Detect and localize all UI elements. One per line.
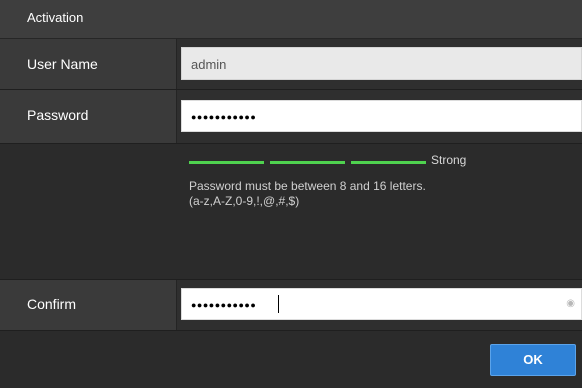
password-hint: Password must be between 8 and 16 letter…: [189, 179, 426, 209]
password-field-cell: ●●●●●●●●●●●: [177, 90, 582, 143]
text-caret: [278, 295, 279, 313]
ok-button[interactable]: OK: [490, 344, 576, 376]
confirm-masked-value: ●●●●●●●●●●●: [191, 300, 257, 310]
user-name-input[interactable]: admin: [181, 47, 582, 80]
confirm-input[interactable]: ●●●●●●●●●●● ◉: [181, 288, 582, 320]
dialog-titlebar: Activation: [0, 0, 582, 39]
confirm-field-cell: ●●●●●●●●●●● ◉: [177, 280, 582, 330]
password-hint-line: Password must be between 8 and 16 letter…: [189, 179, 426, 193]
user-name-row: User Name admin: [0, 39, 582, 89]
user-name-label-cell: User Name: [0, 39, 177, 89]
password-hint-line: (a-z,A-Z,0-9,!,@,#,$): [189, 194, 300, 208]
confirm-row: Confirm ●●●●●●●●●●● ◉: [0, 280, 582, 330]
password-masked-value: ●●●●●●●●●●●: [191, 112, 257, 122]
password-label: Password: [27, 107, 89, 123]
password-input[interactable]: ●●●●●●●●●●●: [181, 100, 582, 132]
password-label-cell: Password: [0, 90, 177, 143]
strength-bar-segment: [351, 161, 426, 164]
strength-label: Strong: [431, 153, 467, 167]
divider: [0, 143, 582, 144]
eye-icon[interactable]: ◉: [566, 298, 575, 309]
confirm-label-cell: Confirm: [0, 280, 177, 330]
password-row: Password ●●●●●●●●●●●: [0, 90, 582, 143]
user-name-value: admin: [191, 57, 227, 72]
user-name-field-cell: admin: [177, 39, 582, 89]
user-name-label: User Name: [27, 56, 98, 72]
dialog-title: Activation: [27, 10, 84, 25]
strength-bar-segment: [189, 161, 264, 164]
confirm-label: Confirm: [27, 296, 77, 312]
strength-bar-segment: [270, 161, 345, 164]
